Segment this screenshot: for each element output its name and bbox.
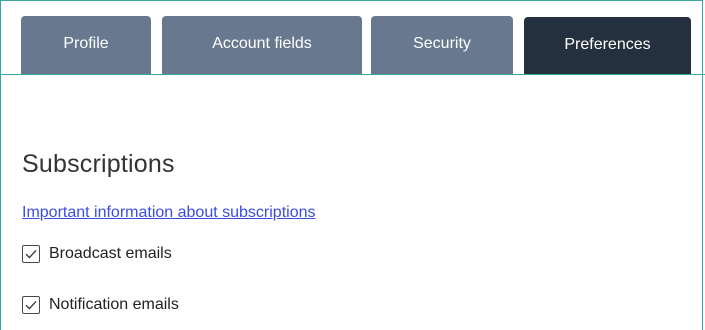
tab-label: Account fields [212, 35, 312, 52]
tab-profile[interactable]: Profile [21, 16, 151, 74]
tab-label: Security [413, 35, 471, 52]
option-label: Notification emails [49, 296, 179, 313]
tab-preferences[interactable]: Preferences [524, 17, 691, 74]
tab-divider [0, 74, 705, 75]
checkmark-icon [25, 249, 37, 259]
tab-bar: Profile Account fields Security Preferen… [0, 0, 705, 75]
tab-label: Preferences [564, 35, 651, 53]
tab-label: Profile [63, 35, 109, 52]
tab-security[interactable]: Security [371, 16, 513, 74]
notification-emails-checkbox[interactable] [22, 296, 40, 314]
checkmark-icon [25, 300, 37, 310]
notification-emails-option[interactable]: Notification emails [22, 296, 179, 314]
tab-account-fields[interactable]: Account fields [162, 16, 362, 74]
broadcast-emails-checkbox[interactable] [22, 245, 40, 263]
option-label: Broadcast emails [49, 245, 172, 262]
broadcast-emails-option[interactable]: Broadcast emails [22, 245, 172, 263]
subscriptions-info-link[interactable]: Important information about subscription… [22, 204, 315, 222]
section-heading: Subscriptions [22, 150, 175, 178]
